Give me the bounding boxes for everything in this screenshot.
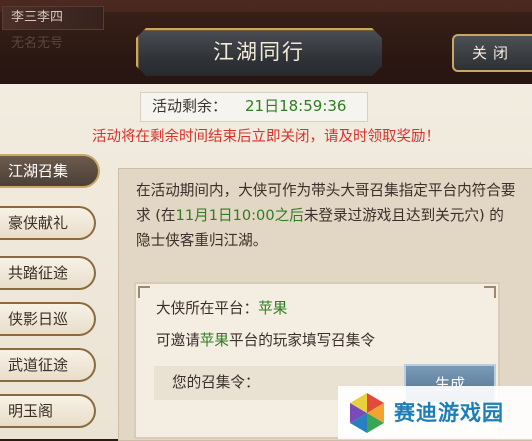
tab-wudao-zhengtu[interactable]: 武道征途 bbox=[0, 348, 96, 382]
tab-gongta-zhengtu[interactable]: 共踏征途 bbox=[0, 256, 96, 290]
background-name: 李三李四 bbox=[2, 6, 104, 30]
recruit-code-label: 您的召集令： bbox=[172, 374, 260, 391]
platform-label: 大侠所在平台： bbox=[156, 300, 259, 317]
tab-xiaying-rixun[interactable]: 侠影日巡 bbox=[0, 302, 96, 336]
platform-value: 苹果 bbox=[258, 300, 288, 317]
close-button[interactable]: 关闭 bbox=[452, 34, 532, 72]
platform-line: 大侠所在平台：苹果 bbox=[156, 298, 287, 320]
timer-value: 21日18:59:36 bbox=[245, 97, 347, 115]
warning-message: 活动将在剩余时间结束后立即关闭，请及时领取奖励！ bbox=[92, 129, 440, 145]
invite-prefix: 可邀请 bbox=[156, 332, 200, 349]
corner-ornament bbox=[138, 286, 150, 298]
page-title: 江湖同行 bbox=[213, 40, 305, 64]
watermark-text: 赛迪游戏园 bbox=[394, 401, 504, 425]
corner-ornament bbox=[484, 286, 496, 298]
watermark-logo-icon bbox=[350, 393, 384, 433]
description-date: 11月1日10:00之后 bbox=[175, 207, 304, 224]
invite-suffix: 平台的玩家填写召集令 bbox=[229, 332, 375, 349]
invite-line: 可邀请苹果平台的玩家填写召集令 bbox=[156, 330, 375, 352]
invite-platform: 苹果 bbox=[199, 332, 229, 349]
timer-label: 活动剩余： bbox=[152, 97, 228, 115]
tab-haoxia-xianli[interactable]: 豪侠献礼 bbox=[0, 206, 96, 240]
event-description: 在活动期间内，大侠可作为带头大哥召集指定平台内符合要求 (在11月1日10:00… bbox=[136, 178, 516, 253]
background-name-list: 李三李四 无名无号 bbox=[2, 6, 122, 58]
tab-mingyu-ge[interactable]: 明玉阁 bbox=[0, 394, 96, 428]
tab-jianghu-zhaoji[interactable]: 江湖召集 bbox=[0, 154, 100, 188]
background-name: 无名无号 bbox=[11, 36, 64, 51]
